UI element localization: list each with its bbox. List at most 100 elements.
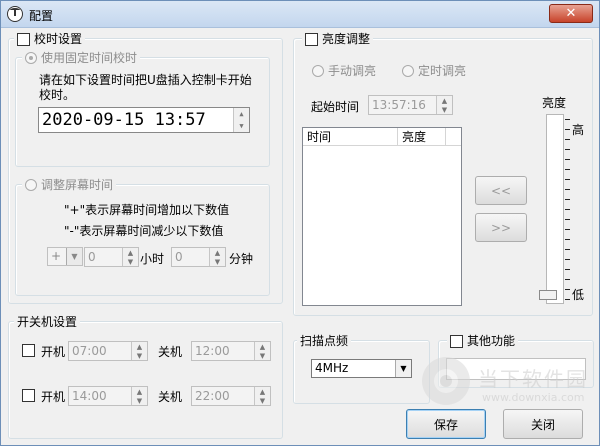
brightness-checkbox[interactable]: [305, 32, 318, 46]
chevron-down-icon: ▼: [66, 248, 82, 265]
brightness-slider-thumb[interactable]: [539, 290, 557, 300]
power-off-label: 关机: [158, 345, 183, 359]
fixed-time-instruction: 请在如下设置时间把U盘插入控制卡开始校时。: [39, 73, 252, 102]
spin-down-icon[interactable]: ▼: [132, 396, 147, 405]
brightness-schedule-table[interactable]: 时间 亮度: [302, 127, 462, 306]
slider-tick: [565, 129, 570, 130]
power-off-spinner[interactable]: ▲ ▼: [254, 342, 270, 360]
power-off-spinner[interactable]: ▲ ▼: [254, 387, 270, 405]
scan-frequency-value: 4MHz: [315, 361, 349, 375]
power-off-time-input[interactable]: 22:00 ▲ ▼: [191, 386, 271, 406]
slider-tick: [565, 199, 570, 200]
remove-schedule-button[interactable]: >>: [475, 213, 527, 242]
spin-down-icon[interactable]: ▼: [255, 351, 270, 360]
column-header-time[interactable]: 时间: [303, 128, 398, 145]
hours-label: 小时: [140, 252, 165, 266]
other-functions-legend[interactable]: 其他功能: [447, 333, 519, 349]
manual-brightness-option[interactable]: 手动调亮: [312, 62, 376, 79]
power-legend: 开关机设置: [14, 314, 81, 330]
slider-tick: [565, 259, 570, 260]
start-time-label: 起始时间: [311, 100, 360, 114]
watermark-logo-icon: [422, 357, 470, 405]
slider-label: 亮度: [542, 96, 567, 110]
minutes-value: 0: [175, 250, 183, 264]
app-clock-icon: [7, 6, 23, 22]
brightness-legend[interactable]: 亮度调整: [302, 31, 374, 47]
minus-note: "-"表示屏幕时间减少以下数值: [64, 224, 224, 238]
manual-brightness-label: 手动调亮: [328, 64, 377, 78]
timed-brightness-label: 定时调亮: [418, 64, 467, 78]
datetime-value: 2020-09-15 13:57: [42, 110, 206, 130]
spin-down-icon[interactable]: ▼: [132, 351, 147, 360]
adjust-time-option[interactable]: 调整屏幕时间: [22, 177, 117, 193]
hours-input[interactable]: 0 ▲ ▼: [84, 247, 139, 267]
scan-frequency-select[interactable]: 4MHz ▼: [311, 359, 412, 378]
fixed-time-option[interactable]: 使用固定时间校时: [22, 50, 141, 66]
spin-down-icon[interactable]: ▼: [234, 120, 249, 132]
other-functions-checkbox[interactable]: [450, 334, 463, 348]
sign-value: +: [51, 249, 62, 263]
add-schedule-button[interactable]: <<: [475, 176, 527, 205]
sign-select[interactable]: + ▼: [47, 247, 83, 266]
spin-down-icon[interactable]: ▼: [210, 257, 225, 266]
power-row-1-checkbox[interactable]: [22, 344, 35, 357]
column-header-brightness[interactable]: 亮度: [398, 128, 446, 145]
hours-spinner[interactable]: ▲ ▼: [122, 248, 138, 266]
table-header: 时间 亮度: [303, 128, 461, 146]
start-time-spinner[interactable]: ▲ ▼: [436, 96, 452, 114]
slider-low-label: 低: [572, 288, 585, 302]
spin-down-icon[interactable]: ▼: [437, 105, 452, 114]
timing-legend-label: 校时设置: [34, 32, 83, 46]
slider-tick: [565, 229, 570, 230]
fixed-time-label: 使用固定时间校时: [41, 51, 138, 65]
other-functions-label: 其他功能: [467, 334, 516, 348]
slider-tick: [565, 289, 570, 290]
adjust-time-label: 调整屏幕时间: [41, 178, 114, 192]
power-on-time-input[interactable]: 14:00 ▲ ▼: [68, 386, 148, 406]
adjust-time-radio[interactable]: [25, 179, 37, 191]
watermark-brand: 当下软件园: [478, 367, 588, 391]
config-window: 配置 ✕ 校时设置 使用固定时间校时 请在如下设置时间把U盘插入控制卡开始校时。…: [0, 0, 600, 446]
power-off-time-input[interactable]: 12:00 ▲ ▼: [191, 341, 271, 361]
slider-tick: [565, 239, 570, 240]
slider-tick: [565, 189, 570, 190]
window-close-button[interactable]: ✕: [549, 4, 593, 23]
power-on-spinner[interactable]: ▲ ▼: [131, 387, 147, 405]
slider-tick: [565, 139, 570, 140]
slider-high-label: 高: [572, 123, 585, 137]
brightness-legend-label: 亮度调整: [322, 32, 371, 46]
save-button[interactable]: 保存: [406, 409, 486, 439]
close-button[interactable]: 关闭: [503, 409, 583, 439]
plus-note: "+"表示屏幕时间增加以下数值: [64, 203, 230, 217]
slider-tick: [565, 149, 570, 150]
slider-tick: [565, 159, 570, 160]
datetime-spinner[interactable]: ▲ ▼: [233, 108, 249, 132]
spin-down-icon[interactable]: ▼: [123, 257, 138, 266]
spin-down-icon[interactable]: ▼: [255, 396, 270, 405]
slider-tick: [565, 249, 570, 250]
window-title: 配置: [29, 9, 54, 23]
power-row-2-checkbox[interactable]: [22, 389, 35, 402]
power-off-time-value: 22:00: [195, 389, 230, 403]
timed-brightness-radio[interactable]: [402, 64, 414, 77]
slider-tick: [565, 279, 570, 280]
power-on-spinner[interactable]: ▲ ▼: [131, 342, 147, 360]
start-time-input[interactable]: 13:57:16 ▲ ▼: [368, 95, 453, 115]
watermark-url: www.downxia.com: [482, 391, 585, 404]
fixed-time-radio[interactable]: [25, 52, 37, 64]
minutes-spinner[interactable]: ▲ ▼: [209, 248, 225, 266]
brightness-slider-track[interactable]: [546, 114, 564, 304]
minutes-label: 分钟: [229, 252, 254, 266]
manual-brightness-radio[interactable]: [312, 64, 324, 77]
timed-brightness-option[interactable]: 定时调亮: [402, 62, 466, 79]
slider-tick: [565, 209, 570, 210]
slider-tick: [565, 269, 570, 270]
scan-frequency-legend: 扫描点频: [297, 333, 352, 349]
power-on-label: 开机: [41, 390, 66, 404]
power-on-time-input[interactable]: 07:00 ▲ ▼: [68, 341, 148, 361]
minutes-input[interactable]: 0 ▲ ▼: [171, 247, 226, 267]
timing-legend[interactable]: 校时设置: [14, 31, 86, 47]
power-on-time-value: 07:00: [72, 344, 107, 358]
datetime-input[interactable]: 2020-09-15 13:57 ▲ ▼: [38, 107, 250, 133]
timing-checkbox[interactable]: [17, 32, 30, 46]
